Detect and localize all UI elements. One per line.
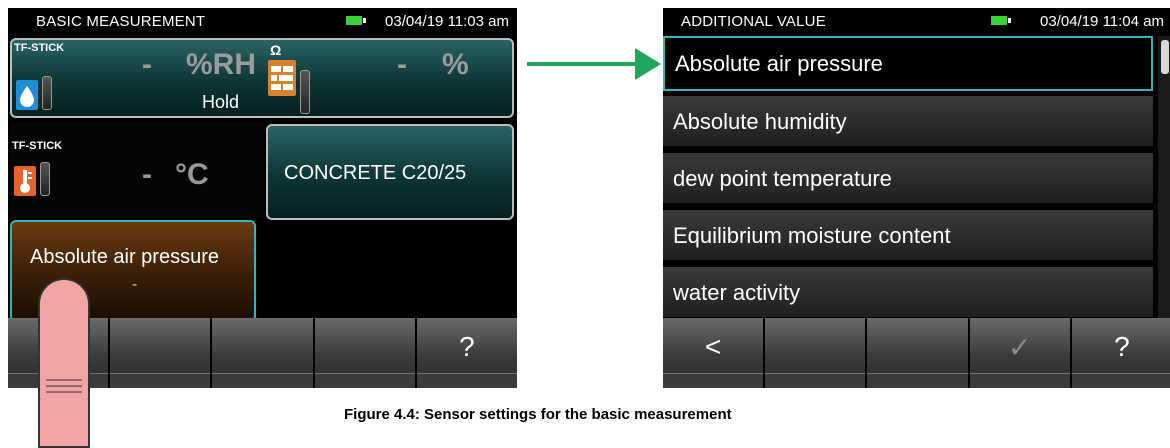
list-item-equilibrium-moisture-content[interactable]: Equilibrium moisture content — [663, 208, 1153, 260]
confirm-button[interactable]: ✓ — [967, 318, 1071, 388]
scrollbar[interactable] — [1158, 36, 1170, 320]
list-item-absolute-air-pressure[interactable]: Absolute air pressure — [663, 36, 1153, 91]
material-tile[interactable]: CONCRETE C20/25 — [266, 124, 514, 220]
additional-value-label: Absolute air pressure — [30, 246, 219, 268]
list-item-dew-point-temperature[interactable]: dew point temperature — [663, 151, 1153, 203]
sensor-label: TF-STICK — [14, 42, 65, 54]
temperature-unit: °C — [175, 158, 209, 191]
temperature-value: - — [142, 158, 152, 191]
figure-caption: Figure 4.4: Sensor settings for the basi… — [344, 406, 732, 423]
softkey-bar: < ✓ ? — [663, 318, 1170, 388]
help-button[interactable]: ? — [414, 318, 517, 388]
softkey-4[interactable] — [312, 318, 416, 388]
material-unit: % — [442, 48, 469, 81]
back-button[interactable]: < — [663, 318, 764, 388]
humidity-unit: %RH — [186, 48, 257, 81]
additional-value-reading: - — [132, 276, 138, 293]
hold-label: Hold — [202, 92, 240, 112]
finger-pointer-icon — [38, 278, 90, 448]
probe-icon — [42, 76, 52, 110]
temperature-tile[interactable]: TF-STICK - °C — [10, 122, 264, 218]
scroll-thumb[interactable] — [1161, 40, 1169, 74]
softkey-2[interactable] — [108, 318, 211, 388]
additional-value-screen: ADDITIONAL VALUE 03/04/19 11:04 am Absol… — [663, 8, 1170, 388]
transition-arrow — [527, 62, 637, 66]
battery-icon — [991, 16, 1011, 25]
arrow-head-icon — [635, 48, 661, 80]
softkey-3[interactable] — [865, 318, 968, 388]
brick-wall-icon — [268, 60, 296, 96]
softkey-3[interactable] — [210, 318, 313, 388]
sensor-label: TF-STICK — [12, 140, 63, 152]
probe-icon — [40, 162, 50, 196]
status-bar: ADDITIONAL VALUE 03/04/19 11:04 am — [663, 8, 1170, 34]
material-name: CONCRETE C20/25 — [284, 162, 467, 184]
material-value: - — [397, 48, 407, 81]
status-bar: BASIC MEASUREMENT 03/04/19 11:03 am — [8, 8, 517, 34]
list-item-absolute-humidity[interactable]: Absolute humidity — [663, 94, 1153, 146]
resistance-symbol: Ω — [270, 42, 282, 58]
electrode-icon — [300, 70, 310, 114]
humidity-value: - — [142, 48, 152, 81]
help-button[interactable]: ? — [1069, 318, 1170, 388]
screen-title: ADDITIONAL VALUE — [681, 13, 826, 30]
humidity-drop-icon — [16, 80, 38, 110]
list-item-water-activity[interactable]: water activity — [663, 265, 1153, 317]
battery-icon — [346, 16, 366, 25]
thermometer-icon — [14, 166, 36, 196]
status-datetime: 03/04/19 11:04 am — [1040, 13, 1164, 30]
status-datetime: 03/04/19 11:03 am — [385, 13, 509, 30]
screen-title: BASIC MEASUREMENT — [36, 13, 206, 30]
softkey-2[interactable] — [763, 318, 866, 388]
humidity-tile[interactable]: TF-STICK - %RH Hold Ω - % — [10, 38, 514, 118]
